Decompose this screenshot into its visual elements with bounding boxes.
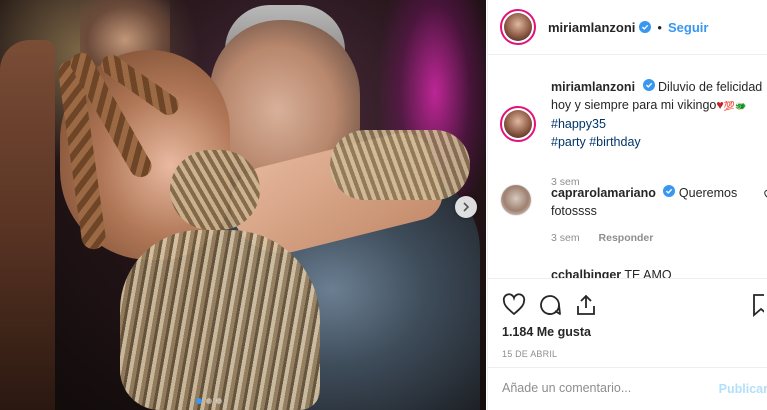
header-separator: • (657, 19, 662, 35)
fur-shoulder (170, 150, 260, 230)
carousel-dot (196, 398, 202, 404)
avatar[interactable] (500, 9, 536, 45)
comment-item: cchalbinger TE AMO (551, 266, 672, 278)
post-actions: 1.184 Me gusta 15 DE ABRIL Publicar (488, 278, 767, 410)
likes-count[interactable]: 1.184 Me gusta (502, 325, 591, 339)
caption-username[interactable]: miriamlanzoni (551, 80, 635, 94)
comment-text: caprarolamariano Queremos fotossss (551, 184, 751, 220)
hashtag-link[interactable]: #happy35 (551, 117, 606, 131)
share-icon[interactable] (574, 293, 598, 317)
bookmark-icon[interactable] (752, 293, 764, 317)
carousel-indicator (196, 398, 222, 404)
comment-username[interactable]: caprarolamariano (551, 186, 656, 200)
add-comment-bar: Publicar (488, 367, 767, 410)
header-username[interactable]: miriamlanzoni (548, 20, 635, 35)
post-photo[interactable] (0, 0, 486, 410)
action-icons (502, 293, 598, 317)
verified-icon (642, 79, 655, 91)
comment-icon[interactable] (538, 293, 562, 317)
comment-username[interactable]: cchalbinger (551, 268, 621, 278)
comment-time: 3 sem (551, 232, 580, 244)
comments-list[interactable]: miriamlanzoni Diluvio de felicidad hoy y… (488, 56, 767, 278)
caption-emojis: 💯🐲 (723, 101, 747, 111)
fur-shoulder (330, 130, 470, 200)
publish-button[interactable]: Publicar (719, 382, 767, 396)
heart-icon[interactable] (502, 293, 526, 317)
comment-meta: 3 sem Responder (551, 232, 653, 244)
verified-icon (639, 21, 652, 33)
caption-avatar[interactable] (500, 106, 536, 142)
chevron-right-icon (463, 202, 470, 212)
commenter-avatar[interactable] (500, 184, 532, 216)
comment-input[interactable] (502, 381, 722, 395)
caption-text: miriamlanzoni Diluvio de felicidad hoy y… (551, 78, 766, 151)
post-side-panel: miriamlanzoni • Seguir miriamlanzoni Dil… (487, 0, 767, 410)
carousel-dot (216, 398, 222, 404)
follow-button[interactable]: Seguir (668, 20, 708, 35)
post-date: 15 DE ABRIL (502, 349, 558, 359)
verified-icon (663, 185, 676, 197)
background-person (0, 40, 55, 410)
hashtag-link[interactable]: #birthday (589, 135, 640, 149)
post-header: miriamlanzoni • Seguir (488, 0, 767, 55)
fur-costume (120, 230, 320, 410)
carousel-dot (206, 398, 212, 404)
comment-body: TE AMO (624, 268, 672, 278)
reply-button[interactable]: Responder (599, 232, 654, 244)
heart-emoji: ♥ (716, 98, 724, 112)
carousel-next-button[interactable] (455, 196, 477, 218)
hashtag-link[interactable]: #party (551, 135, 586, 149)
